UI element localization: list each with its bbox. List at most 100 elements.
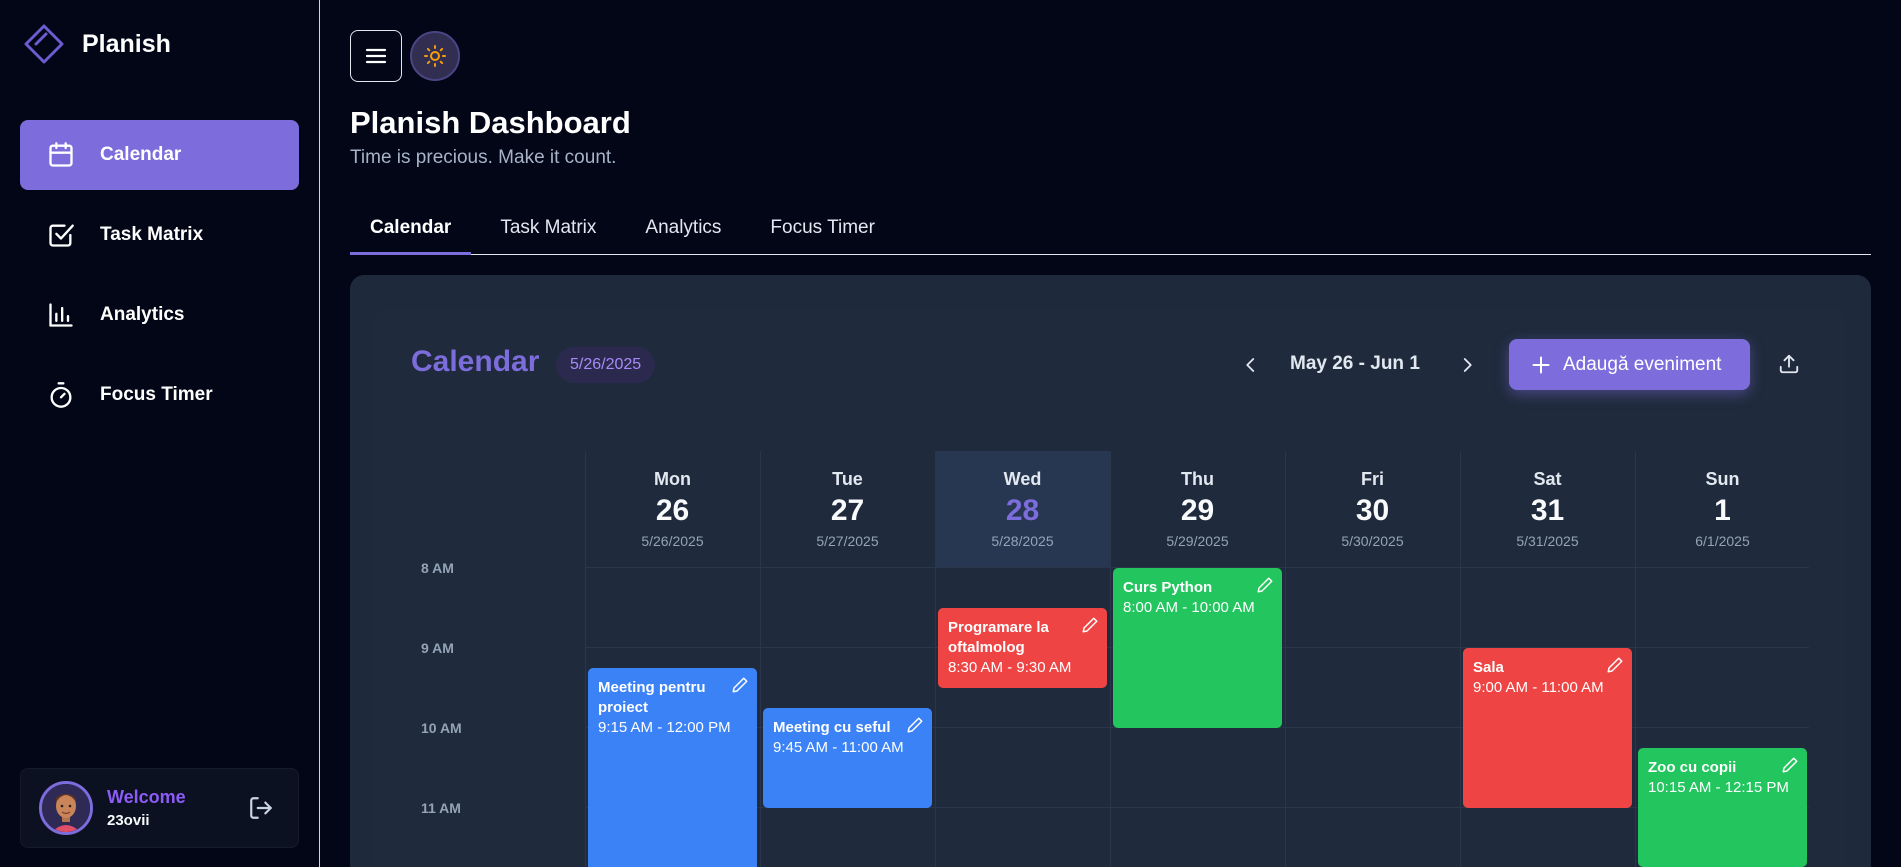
user-info: Welcome 23ovii [107,787,186,829]
day-number: 31 [1530,494,1565,527]
time-label: 11 AM [421,800,461,816]
day-date: 5/31/2025 [1516,533,1579,549]
day-number: 26 [655,494,690,527]
checkbox-icon [46,220,76,250]
avatar[interactable] [39,781,93,835]
menu-toggle-button[interactable] [350,30,402,82]
edit-pencil-icon[interactable] [1781,756,1799,774]
day-date: 5/26/2025 [641,533,704,549]
sidebar-item-focus-timer[interactable]: Focus Timer [20,360,299,430]
day-number: 30 [1355,494,1390,527]
day-header-fri[interactable]: Fri 30 5/30/2025 [1285,451,1460,549]
sidebar-item-analytics[interactable]: Analytics [20,280,299,350]
day-number: 27 [830,494,865,527]
tab-bar: Calendar Task Matrix Analytics Focus Tim… [350,210,1871,255]
tab-focus-timer[interactable]: Focus Timer [750,210,895,255]
theme-toggle-button[interactable] [410,31,460,81]
page-subtitle: Time is precious. Make it count. [350,147,617,168]
calendar-event[interactable]: Programare la oftalmolog 8:30 AM - 9:30 … [938,608,1107,688]
day-header-sun[interactable]: Sun 1 6/1/2025 [1635,451,1810,549]
logout-icon[interactable] [248,795,274,821]
planish-logo-icon [24,24,64,64]
brand-name: Planish [82,29,171,58]
previous-week-button[interactable] [1236,350,1266,380]
sidebar-item-label: Task Matrix [100,224,204,245]
event-time: 10:15 AM - 12:15 PM [1648,779,1789,796]
week-grid: Mon 26 5/26/2025 Tue 27 5/27/2025 Wed 28… [411,451,1809,867]
day-name: Fri [1360,469,1384,489]
next-week-button[interactable] [1452,350,1482,380]
tab-task-matrix[interactable]: Task Matrix [480,210,616,255]
day-name: Thu [1181,469,1214,489]
week-range-label: May 26 - Jun 1 [1290,353,1420,374]
event-title: Curs Python [1123,579,1213,596]
brand[interactable]: Planish [24,24,171,64]
calendar-event[interactable]: Meeting pentru proiect 9:15 AM - 12:00 P… [588,668,757,867]
edit-pencil-icon[interactable] [731,676,749,694]
sidebar-item-label: Calendar [100,144,182,165]
chevron-right-icon [1463,358,1472,372]
calendar-title: Calendar [411,345,540,378]
day-date: 5/28/2025 [991,533,1054,549]
day-header-thu[interactable]: Thu 29 5/29/2025 [1110,451,1285,549]
event-title: Programare la oftalmolog [948,619,1049,656]
hamburger-icon [365,48,387,64]
add-event-button[interactable]: Adaugă eveniment [1509,339,1750,390]
event-time: 9:15 AM - 12:00 PM [598,719,731,736]
bar-chart-icon [46,300,76,330]
day-header-tue[interactable]: Tue 27 5/27/2025 [760,451,935,549]
sidebar-item-calendar[interactable]: Calendar [20,120,299,190]
day-date: 5/27/2025 [816,533,879,549]
time-label: 9 AM [421,640,454,656]
avatar-image-icon [42,784,90,832]
edit-pencil-icon[interactable] [1256,576,1274,594]
event-title: Sala [1473,659,1504,676]
page-title: Planish Dashboard [350,105,631,140]
calendar-event[interactable]: Zoo cu copii 10:15 AM - 12:15 PM [1638,748,1807,867]
day-date: 5/29/2025 [1166,533,1229,549]
edit-pencil-icon[interactable] [1081,616,1099,634]
calendar-event[interactable]: Sala 9:00 AM - 11:00 AM [1463,648,1632,808]
sidebar-item-task-matrix[interactable]: Task Matrix [20,200,299,270]
user-card: Welcome 23ovii [20,768,299,848]
day-header-mon[interactable]: Mon 26 5/26/2025 [585,451,760,549]
username: 23ovii [107,812,150,829]
time-label: 8 AM [421,560,454,576]
tab-calendar[interactable]: Calendar [350,210,472,255]
event-title: Zoo cu copii [1648,759,1737,776]
stopwatch-icon [46,380,76,410]
event-time: 9:45 AM - 11:00 AM [773,739,904,756]
sun-icon [424,45,446,67]
current-date-badge: 5/26/2025 [556,347,656,383]
time-label: 10 AM [421,720,462,736]
sidebar-nav: Calendar Task Matrix Analytics Focus Tim… [20,120,299,440]
export-button[interactable] [1775,350,1803,378]
day-number-today: 28 [1005,494,1040,527]
day-date: 6/1/2025 [1695,533,1750,549]
plus-icon [1532,356,1550,373]
calendar-event[interactable]: Curs Python 8:00 AM - 10:00 AM [1113,568,1282,728]
event-time: 9:00 AM - 11:00 AM [1473,679,1604,696]
edit-pencil-icon[interactable] [1606,656,1624,674]
event-time: 8:30 AM - 9:30 AM [948,659,1072,676]
edit-pencil-icon[interactable] [906,716,924,734]
sidebar-item-label: Analytics [100,304,185,325]
day-name: Wed [1003,469,1042,489]
calendar-event[interactable]: Meeting cu seful 9:45 AM - 11:00 AM [763,708,932,808]
tab-analytics[interactable]: Analytics [625,210,741,255]
day-name: Sat [1533,469,1562,489]
day-header-wed[interactable]: Wed 28 5/28/2025 [935,451,1110,549]
event-time: 8:00 AM - 10:00 AM [1123,599,1255,616]
day-name: Tue [832,469,863,489]
day-header-sat[interactable]: Sat 31 5/31/2025 [1460,451,1635,549]
day-number: 1 [1714,494,1731,527]
event-title: Meeting pentru proiect [598,679,706,716]
day-date: 5/30/2025 [1341,533,1404,549]
day-name: Mon [654,469,691,489]
sidebar-item-label: Focus Timer [100,384,213,405]
upload-icon [1779,354,1799,374]
day-name: Sun [1705,469,1740,489]
day-number: 29 [1180,494,1215,527]
chevron-left-icon [1246,358,1255,372]
sidebar: Planish Calendar Task Matrix Analytics F… [0,0,320,867]
